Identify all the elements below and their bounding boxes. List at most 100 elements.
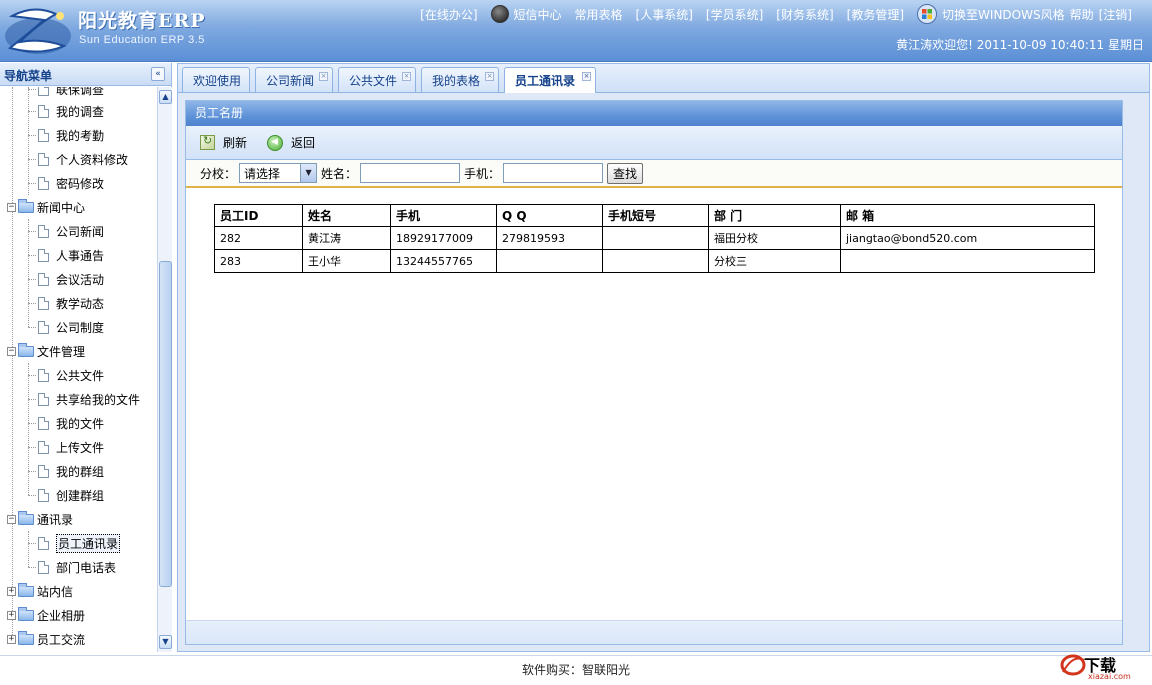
tree-folder-news-center[interactable]: − 新闻中心 <box>7 196 85 218</box>
nav-student-system[interactable]: [学员系统] <box>706 6 763 23</box>
tree-item-password-edit[interactable]: 密码修改 <box>28 172 104 194</box>
tab-my-forms[interactable]: 我的表格 × <box>421 67 499 92</box>
tree-item-label: 我的调查 <box>56 104 105 119</box>
app-header: 阳光教育ERP Sun Education ERP 3.5 [在线办公] 短信中… <box>0 0 1152 62</box>
nav-switch-windows-label: 切换至WINDOWS风格 <box>942 7 1065 22</box>
search-button[interactable]: 查找 <box>607 162 644 184</box>
tree-item-my-groups[interactable]: 我的群组 <box>28 460 104 482</box>
sun-logo-icon <box>5 8 71 54</box>
nav-finance-system[interactable]: [财务系统] <box>776 6 833 23</box>
tree-item-hr-notice[interactable]: 人事通告 <box>28 244 104 266</box>
document-icon <box>38 440 49 454</box>
close-icon[interactable]: × <box>319 72 328 81</box>
tree-item-label: 公司制度 <box>56 320 105 335</box>
back-label: 返回 <box>291 136 316 150</box>
tree-item-my-files[interactable]: 我的文件 <box>28 412 104 434</box>
tree-folder-site-messages[interactable]: + 站内信 <box>7 580 73 602</box>
nav-academic-management[interactable]: [教务管理] <box>847 6 904 23</box>
document-icon <box>38 488 49 502</box>
collapse-node-icon[interactable]: − <box>7 346 16 356</box>
expand-node-icon[interactable]: + <box>7 586 16 596</box>
document-icon <box>38 296 49 310</box>
phone-input[interactable] <box>503 163 604 183</box>
nav-common-forms[interactable]: 常用表格 <box>575 6 623 23</box>
tree-folder-staff-exchange[interactable]: + 员工交流 <box>7 628 85 650</box>
refresh-icon <box>200 134 215 150</box>
tree-item-meetings[interactable]: 会议活动 <box>28 268 104 290</box>
table-header-row: 员工ID 姓名 手机 Q Q 手机短号 部 门 邮 箱 <box>214 204 1095 227</box>
tree-item-my-survey[interactable]: 我的调查 <box>28 100 104 122</box>
nav-sms-center[interactable]: 短信中心 <box>490 5 562 23</box>
close-icon[interactable]: × <box>402 72 411 81</box>
column-header: 部 门 <box>708 204 841 227</box>
tree-item-my-attendance[interactable]: 我的考勤 <box>28 124 104 146</box>
tree-item-company-news[interactable]: 公司新闻 <box>28 220 104 242</box>
collapse-sidebar-button[interactable]: « <box>151 67 165 81</box>
nav-switch-windows[interactable]: 切换至WINDOWS风格 <box>917 4 1065 24</box>
tree-item-label: 创建群组 <box>56 488 105 503</box>
tree-folder-address-book[interactable]: − 通讯录 <box>7 508 73 530</box>
tree-item-shared-with-me[interactable]: 共享给我的文件 <box>28 388 140 410</box>
tree-item-teaching-news[interactable]: 教学动态 <box>28 292 104 314</box>
close-icon[interactable]: × <box>485 72 494 81</box>
panel-toolbar: 刷新 返回 <box>186 126 1122 160</box>
windows-logo-icon <box>917 4 938 24</box>
dropdown-arrow-icon[interactable]: ▼ <box>300 164 317 182</box>
page-footer: 软件购买：智联阳光 <box>0 655 1152 685</box>
refresh-button[interactable]: 刷新 <box>200 134 247 151</box>
panel-footer <box>186 620 1122 644</box>
sidebar-header: 导航菜单 « <box>0 63 171 86</box>
column-header: 邮 箱 <box>840 204 1095 227</box>
column-header: 姓名 <box>302 204 391 227</box>
branch-select[interactable]: 请选择 ▼ <box>239 163 318 183</box>
tab-label: 员工通讯录 <box>515 74 576 88</box>
tab-company-news[interactable]: 公司新闻 × <box>255 67 333 92</box>
nav-logout[interactable]: [注销] <box>1099 6 1132 23</box>
nav-help[interactable]: 帮助 <box>1070 6 1094 23</box>
tree-folder-company-album[interactable]: + 企业相册 <box>7 604 85 626</box>
close-icon[interactable]: × <box>582 72 591 81</box>
nav-hr-system[interactable]: [人事系统] <box>636 6 693 23</box>
table-row[interactable]: 283 王小华 13244557765 分校三 <box>214 249 1095 273</box>
tree-item-profile-edit[interactable]: 个人资料修改 <box>28 148 128 170</box>
expand-node-icon[interactable]: + <box>7 634 16 644</box>
expand-node-icon[interactable]: + <box>7 610 16 620</box>
tree-folder-label: 企业相册 <box>37 608 86 623</box>
folder-open-icon <box>18 198 34 213</box>
cell-qq <box>496 249 603 273</box>
document-icon <box>38 560 49 574</box>
tree-folder-file-management[interactable]: − 文件管理 <box>7 340 85 362</box>
table-row[interactable]: 282 黄江涛 18929177009 279819593 福田分校 jiang… <box>214 226 1095 250</box>
collapse-node-icon[interactable]: − <box>7 202 16 212</box>
tree-item-staff-directory[interactable]: 员工通讯录 <box>28 532 121 554</box>
tree-item-public-files[interactable]: 公共文件 <box>28 364 104 386</box>
tree-item-create-group[interactable]: 创建群组 <box>28 484 104 506</box>
collapse-node-icon[interactable]: − <box>7 514 16 524</box>
phone-label: 手机： <box>464 166 501 181</box>
tree-item-dept-phones[interactable]: 部门电话表 <box>28 556 116 578</box>
refresh-label: 刷新 <box>223 136 248 150</box>
staff-roster-panel: 员工名册 刷新 返回 分校： 请选择 ▼ 姓名： 手机： 查找 <box>185 100 1123 645</box>
back-button[interactable]: 返回 <box>267 134 315 151</box>
tab-public-files[interactable]: 公共文件 × <box>338 67 416 92</box>
tab-welcome[interactable]: 欢迎使用 <box>182 67 250 92</box>
sidebar-scrollbar[interactable]: ▲ ▼ <box>157 87 172 652</box>
scroll-up-icon[interactable]: ▲ <box>159 90 172 104</box>
folder-icon <box>18 630 34 645</box>
sms-icon <box>490 5 509 23</box>
document-icon <box>38 104 49 118</box>
nav-online-office[interactable]: [在线办公] <box>420 6 477 23</box>
scrollbar-thumb[interactable] <box>159 261 172 587</box>
scroll-down-icon[interactable]: ▼ <box>159 635 172 649</box>
tab-staff-directory[interactable]: 员工通讯录 × <box>504 67 596 93</box>
document-icon <box>38 128 49 142</box>
cell-name: 黄江涛 <box>302 226 391 250</box>
tree-folder-label: 通讯录 <box>37 512 74 527</box>
tree-item-survey-top[interactable]: 联保调查 <box>28 87 104 100</box>
tree-item-upload-files[interactable]: 上传文件 <box>28 436 104 458</box>
top-nav: [在线办公] 短信中心 常用表格 [人事系统] [学员系统] [财务系统] [教… <box>420 3 1132 25</box>
app-title: 阳光教育ERP <box>78 10 206 32</box>
name-input[interactable] <box>360 163 461 183</box>
tree-item-company-rules[interactable]: 公司制度 <box>28 316 104 338</box>
tree-item-label: 公司新闻 <box>56 224 105 239</box>
